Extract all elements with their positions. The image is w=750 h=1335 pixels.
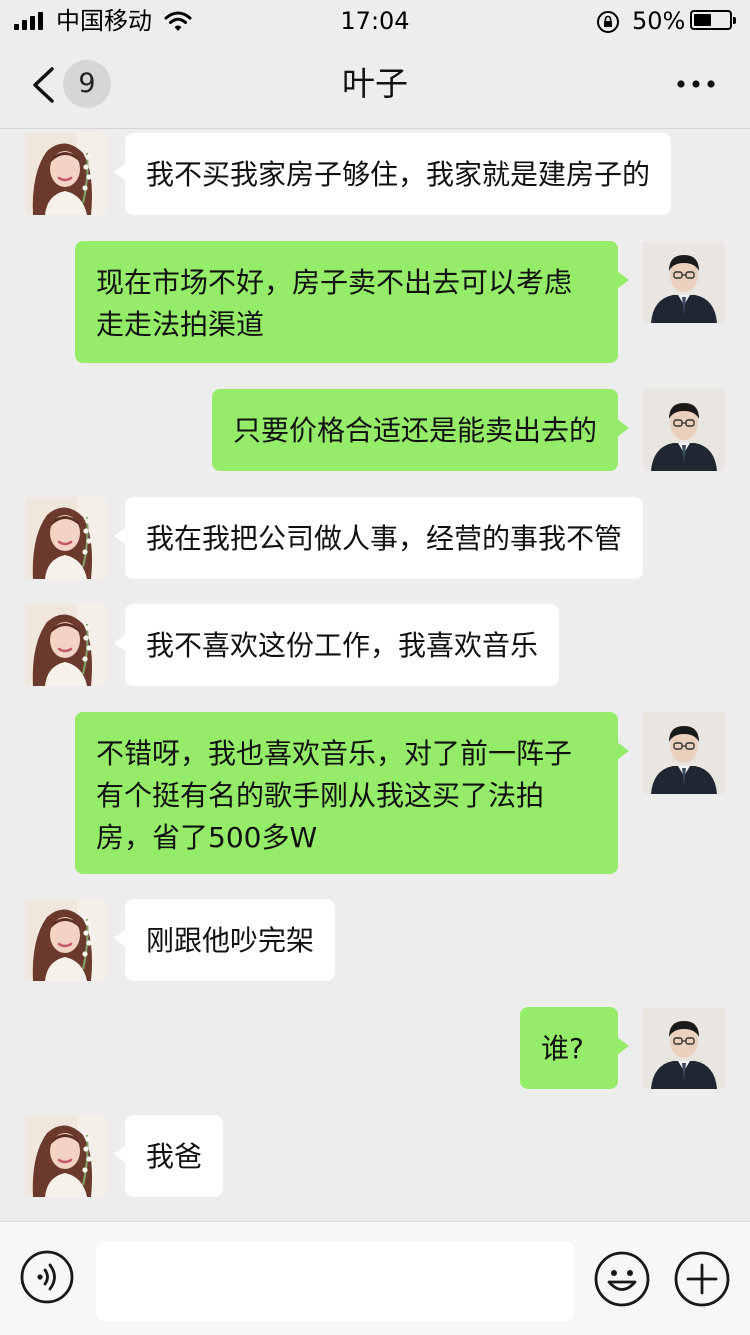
incoming-message: 刚跟他吵完架 (0, 899, 750, 981)
contact-avatar[interactable] (25, 133, 107, 215)
battery-icon (690, 10, 736, 30)
bubble-tail (114, 163, 126, 181)
chat-title: 叶子 (342, 64, 408, 103)
message-text: 不错呀，我也喜欢音乐，对了前一阵子有个挺有名的歌手刚从我这买了法拍房，省了500… (96, 737, 573, 854)
bubble-tail (114, 1145, 126, 1163)
incoming-message: 我不喜欢这份工作，我喜欢音乐 (0, 604, 750, 686)
message-text: 我不喜欢这份工作，我喜欢音乐 (146, 629, 539, 662)
bubble-tail (617, 271, 629, 289)
voice-icon[interactable] (20, 1250, 74, 1304)
plus-icon[interactable] (674, 1251, 730, 1307)
message-bubble[interactable]: 我不喜欢这份工作，我喜欢音乐 (114, 604, 559, 686)
incoming-message: 我在我把公司做人事，经营的事我不管 (0, 497, 750, 579)
message-input[interactable] (96, 1241, 574, 1321)
emoji-icon[interactable] (594, 1251, 650, 1307)
message-bubble[interactable]: 现在市场不好，房子卖不出去可以考虑走走法拍渠道 (75, 241, 629, 363)
incoming-message: 我爸 (0, 1115, 750, 1197)
bubble-tail (617, 1037, 629, 1055)
message-bubble[interactable]: 我在我把公司做人事，经营的事我不管 (114, 497, 643, 579)
outgoing-message: 不错呀，我也喜欢音乐，对了前一阵子有个挺有名的歌手刚从我这买了法拍房，省了500… (0, 712, 750, 874)
message-bubble[interactable]: 我爸 (114, 1115, 223, 1197)
bubble-tail (114, 527, 126, 545)
bubble-tail (617, 419, 629, 437)
message-text: 我爸 (146, 1140, 203, 1173)
message-bubble[interactable]: 谁? (520, 1007, 629, 1089)
chat-header: 9 叶子 (0, 42, 750, 129)
outgoing-message: 只要价格合适还是能卖出去的 (0, 389, 750, 471)
rotation-lock-icon (597, 11, 619, 33)
contact-avatar[interactable] (25, 1115, 107, 1197)
more-options-icon[interactable] (676, 72, 716, 96)
message-text: 谁? (541, 1032, 584, 1065)
my-avatar[interactable] (643, 712, 725, 794)
message-text: 我不买我家房子够住，我家就是建房子的 (146, 158, 651, 191)
message-text: 现在市场不好，房子卖不出去可以考虑走走法拍渠道 (96, 266, 573, 341)
status-bar: 中国移动 17:04 50% (0, 0, 750, 42)
my-avatar[interactable] (643, 1007, 725, 1089)
bubble-tail (114, 634, 126, 652)
contact-avatar[interactable] (25, 604, 107, 686)
message-bubble[interactable]: 只要价格合适还是能卖出去的 (212, 389, 629, 471)
my-avatar[interactable] (643, 241, 725, 323)
message-bubble[interactable]: 我不买我家房子够住，我家就是建房子的 (114, 133, 671, 215)
bubble-tail (114, 929, 126, 947)
input-bar (0, 1221, 750, 1335)
my-avatar[interactable] (643, 389, 725, 471)
incoming-message: 我不买我家房子够住，我家就是建房子的 (0, 133, 750, 215)
message-bubble[interactable]: 不错呀，我也喜欢音乐，对了前一阵子有个挺有名的歌手刚从我这买了法拍房，省了500… (75, 712, 629, 874)
outgoing-message: 现在市场不好，房子卖不出去可以考虑走走法拍渠道 (0, 241, 750, 363)
message-text: 我在我把公司做人事，经营的事我不管 (146, 522, 623, 555)
message-text: 刚跟他吵完架 (146, 924, 315, 957)
contact-avatar[interactable] (25, 497, 107, 579)
battery-level-fill (694, 14, 711, 26)
battery-percent: 50% (632, 7, 686, 35)
contact-avatar[interactable] (25, 899, 107, 981)
message-text: 只要价格合适还是能卖出去的 (233, 414, 598, 447)
bubble-tail (617, 742, 629, 760)
outgoing-message: 谁? (0, 1007, 750, 1089)
message-bubble[interactable]: 刚跟他吵完架 (114, 899, 335, 981)
